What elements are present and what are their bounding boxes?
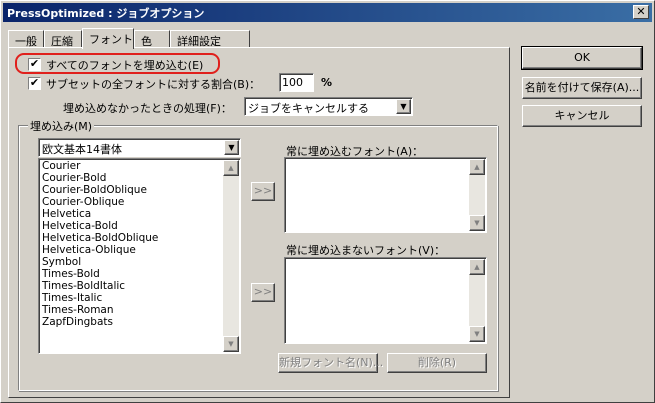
close-button[interactable]: ✕ — [633, 5, 649, 19]
font-source-dropdown[interactable]: 欧文基本14書体 ▼ — [38, 138, 241, 157]
scrollbar[interactable]: ▲ ▼ — [469, 259, 485, 342]
list-item[interactable]: Times-Italic — [42, 292, 158, 304]
list-item[interactable]: Times-Roman — [42, 304, 158, 316]
title-bar[interactable]: PressOptimized : ジョブオプション ✕ — [3, 3, 652, 22]
failure-label: 埋め込めなかったときの処理(F)： — [63, 102, 232, 115]
list-item[interactable]: Helvetica-Oblique — [42, 244, 158, 256]
scroll-up-icon[interactable]: ▲ — [469, 259, 485, 275]
list-item[interactable]: Courier-BoldOblique — [42, 184, 158, 196]
tab-general[interactable]: 一般 — [8, 30, 44, 48]
cancel-button[interactable]: キャンセル — [522, 105, 642, 127]
list-item[interactable]: Courier — [42, 160, 158, 172]
embed-group-title: 埋め込み(M) — [28, 118, 95, 134]
close-icon: ✕ — [636, 5, 646, 18]
scroll-up-icon[interactable]: ▲ — [469, 159, 485, 175]
delete-button[interactable]: 削除(R) — [387, 353, 487, 373]
scroll-up-icon[interactable]: ▲ — [223, 160, 239, 176]
add-always-embed-button[interactable]: >> — [251, 182, 275, 201]
window-title: PressOptimized : ジョブオプション — [7, 7, 205, 20]
scrollbar[interactable]: ▲ ▼ — [223, 160, 239, 352]
scroll-down-icon[interactable]: ▼ — [469, 215, 485, 231]
tab-fonts[interactable]: フォント — [82, 28, 134, 49]
list-item[interactable]: Courier-Oblique — [42, 196, 158, 208]
list-item[interactable]: Times-Bold — [42, 268, 158, 280]
failure-dropdown[interactable]: ジョブをキャンセルする ▼ — [244, 97, 413, 116]
subset-label: サブセットの全フォントに対する割合(B)： — [46, 78, 261, 91]
available-fonts-list[interactable]: Courier Courier-Bold Courier-BoldOblique… — [38, 158, 241, 354]
chevron-down-icon[interactable]: ▼ — [224, 140, 239, 155]
list-item[interactable]: Helvetica — [42, 208, 158, 220]
list-item[interactable]: Helvetica-Bold — [42, 220, 158, 232]
subset-percent-input[interactable]: 100 — [279, 73, 314, 92]
tab-compression[interactable]: 圧縮 — [44, 30, 82, 48]
dialog-window: PressOptimized : ジョブオプション ✕ 一般 圧縮 フォント 色… — [0, 0, 655, 403]
list-item[interactable]: ZapfDingbats — [42, 316, 158, 328]
list-item[interactable]: Symbol — [42, 256, 158, 268]
scroll-down-icon[interactable]: ▼ — [223, 336, 239, 352]
chevron-down-icon[interactable]: ▼ — [396, 99, 411, 114]
font-items: Courier Courier-Bold Courier-BoldOblique… — [42, 160, 158, 328]
new-font-name-button[interactable]: 新規フォント名(N)... — [278, 353, 383, 373]
save-as-button[interactable]: 名前を付けて保存(A)... — [522, 77, 642, 99]
scroll-down-icon[interactable]: ▼ — [469, 326, 485, 342]
always-embed-list[interactable]: ▲ ▼ — [284, 157, 487, 233]
add-never-embed-button[interactable]: >> — [251, 283, 275, 302]
list-item[interactable]: Courier-Bold — [42, 172, 158, 184]
subset-checkbox[interactable]: ✔ — [28, 77, 41, 90]
ok-button[interactable]: OK — [521, 46, 643, 70]
tab-color[interactable]: 色 — [134, 30, 170, 48]
tab-advanced[interactable]: 詳細設定 — [170, 30, 250, 48]
percent-unit: % — [321, 76, 333, 89]
never-embed-list[interactable]: ▲ ▼ — [284, 257, 487, 344]
list-item[interactable]: Helvetica-BoldOblique — [42, 232, 158, 244]
highlight-ring — [15, 53, 220, 74]
scrollbar[interactable]: ▲ ▼ — [469, 159, 485, 231]
list-item[interactable]: Times-BoldItalic — [42, 280, 158, 292]
never-embed-label: 常に埋め込まないフォント(V)： — [286, 244, 446, 257]
